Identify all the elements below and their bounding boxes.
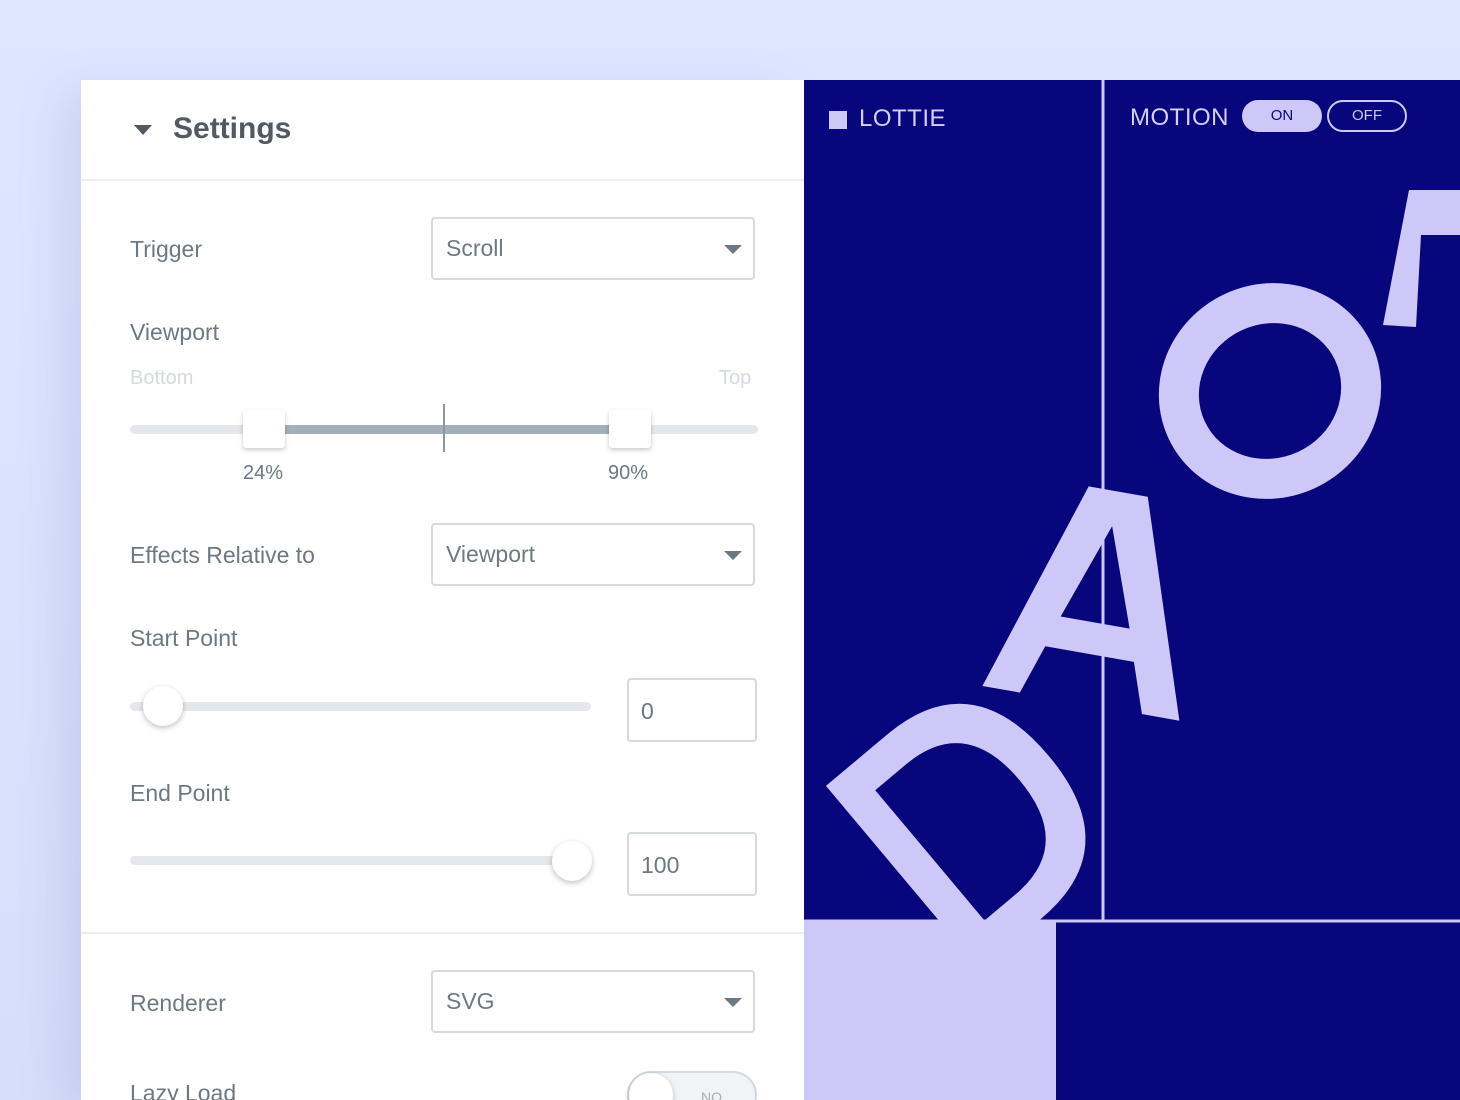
trigger-select-value: Scroll — [446, 235, 504, 261]
start-point-input-value: 0 — [641, 698, 654, 724]
end-point-slider-handle[interactable] — [552, 841, 592, 881]
viewport-bottom-label: Bottom — [130, 367, 194, 389]
viewport-top-label: Top — [719, 367, 752, 389]
settings-panel: Settings Trigger Scroll Viewport Bottom … — [81, 80, 804, 1100]
start-point-slider-track[interactable] — [130, 702, 591, 711]
lottie-label: LOTTIE — [859, 105, 947, 132]
effects-relative-label: Effects Relative to — [130, 542, 315, 568]
settings-title: Settings — [173, 112, 292, 145]
end-point-input[interactable]: 100 — [627, 832, 757, 896]
viewport-end-value: 90% — [608, 462, 649, 484]
light-block — [804, 920, 1056, 1100]
lazy-load-toggle-label: NO — [701, 1089, 722, 1100]
toggle-knob — [629, 1073, 673, 1100]
chevron-down-icon — [724, 998, 742, 1007]
lottie-preview-stage: LOTTIE MOTION ON OFF — [804, 80, 1460, 1100]
lazy-load-toggle[interactable]: NO — [627, 1071, 757, 1100]
end-point-slider-track[interactable] — [130, 856, 591, 865]
viewport-start-value: 24% — [243, 462, 284, 484]
motion-off-button[interactable]: OFF — [1327, 100, 1407, 132]
viewport-range-fill — [264, 425, 628, 434]
viewport-label: Viewport — [130, 319, 220, 345]
start-point-label: Start Point — [130, 625, 238, 651]
letter-o-shape — [1158, 283, 1382, 499]
lazy-load-label: Lazy Load — [130, 1080, 237, 1100]
viewport-end-handle[interactable] — [609, 410, 651, 448]
collapse-caret-icon[interactable] — [134, 125, 152, 135]
chevron-down-icon — [724, 245, 742, 254]
settings-header[interactable]: Settings — [81, 80, 804, 181]
motion-on-button[interactable]: ON — [1242, 100, 1322, 132]
start-point-input[interactable]: 0 — [627, 678, 757, 742]
trigger-select[interactable]: Scroll — [431, 217, 755, 280]
lottie-square-icon — [829, 111, 847, 129]
start-point-slider-handle[interactable] — [143, 686, 183, 726]
renderer-select[interactable]: SVG — [431, 970, 755, 1033]
lottie-animation-canvas — [804, 80, 1460, 1100]
effects-relative-select[interactable]: Viewport — [431, 523, 755, 586]
letter-a-shape — [982, 486, 1180, 721]
viewport-center-marker — [443, 404, 445, 452]
end-point-label: End Point — [130, 780, 230, 806]
end-point-input-value: 100 — [641, 852, 680, 878]
renderer-select-value: SVG — [446, 988, 495, 1014]
motion-label: MOTION — [1130, 104, 1229, 131]
section-divider — [81, 932, 804, 934]
chevron-down-icon — [724, 551, 742, 560]
effects-relative-select-value: Viewport — [446, 541, 536, 567]
renderer-label: Renderer — [130, 990, 226, 1016]
trigger-label: Trigger — [130, 236, 202, 262]
letter-l-shape — [1383, 190, 1460, 327]
viewport-start-handle[interactable] — [243, 410, 285, 448]
